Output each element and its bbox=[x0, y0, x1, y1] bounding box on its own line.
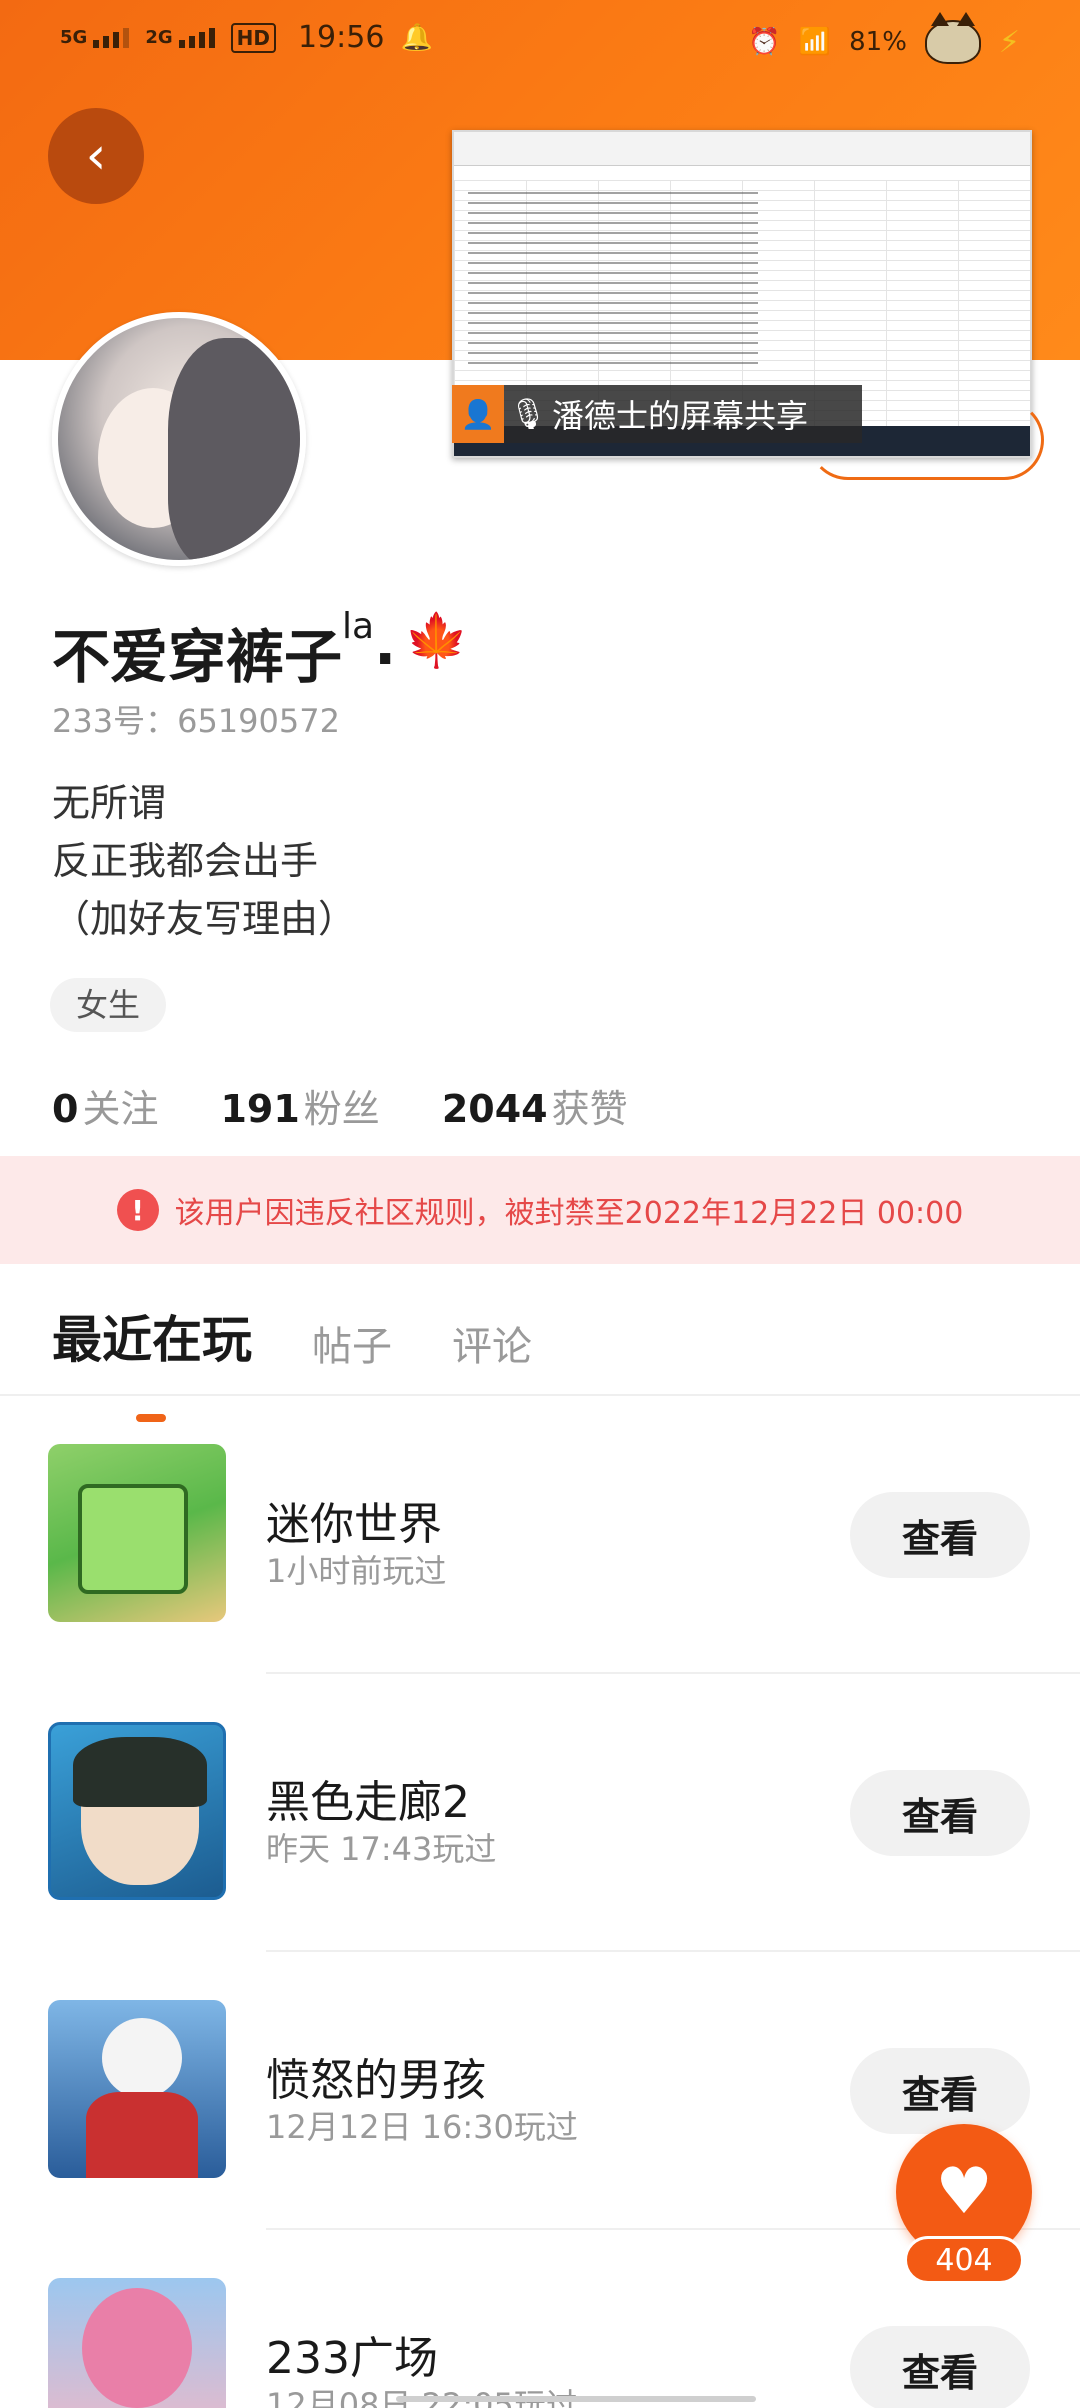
bio-line: （加好友写理由） bbox=[52, 897, 357, 941]
game-name: 迷你世界 bbox=[266, 1499, 442, 1550]
bolt-icon: ⚡ bbox=[998, 24, 1020, 60]
signal-2g-icon: 2G bbox=[145, 27, 215, 48]
game-name: 233广场 bbox=[266, 2333, 438, 2384]
gender-tag: 女生 bbox=[50, 978, 167, 1032]
bio: 无所谓 反正我都会出手 （加好友写理由） bbox=[52, 774, 356, 948]
spreadsheet-toolbar bbox=[454, 132, 1030, 166]
game-icon bbox=[48, 1444, 226, 1622]
signal-5g-icon: 5G bbox=[60, 27, 130, 48]
screen-share-label: 👤 🎙 潘德士的屏幕共享 bbox=[452, 385, 862, 443]
ban-notice-text: 该用户因违反社区规则，被封禁至2022年12月22日 00:00 bbox=[174, 1196, 964, 1231]
username: 不爱穿裤子 la . 🍁 bbox=[52, 606, 469, 691]
profile-tabs: 最近在玩 帖子 评论 bbox=[52, 1300, 532, 1422]
cat-battery-icon bbox=[924, 12, 981, 64]
back-button[interactable]: ‹ bbox=[48, 108, 144, 204]
clock: 19:56 bbox=[297, 20, 385, 55]
person-icon: 👤 bbox=[452, 385, 504, 443]
tab-recently-played[interactable]: 最近在玩 bbox=[52, 1300, 252, 1422]
ban-notice: ! 该用户因违反社区规则，被封禁至2022年12月22日 00:00 bbox=[0, 1156, 1080, 1264]
view-button[interactable]: 查看 bbox=[850, 2048, 1030, 2134]
tab-posts[interactable]: 帖子 bbox=[312, 1314, 392, 1372]
view-button[interactable]: 查看 bbox=[850, 1770, 1030, 1856]
qq-notification-icon: 🔔 bbox=[400, 22, 433, 53]
view-button[interactable]: 查看 bbox=[850, 1492, 1030, 1578]
game-name: 愤怒的男孩 bbox=[266, 2055, 486, 2106]
game-icon bbox=[48, 2278, 226, 2408]
warning-icon: ! bbox=[116, 1189, 159, 1231]
hd-icon: HD bbox=[230, 22, 276, 53]
tab-comments[interactable]: 评论 bbox=[452, 1314, 532, 1372]
view-button[interactable]: 查看 bbox=[850, 2326, 1030, 2408]
avatar[interactable] bbox=[52, 312, 306, 566]
stat-following[interactable]: 0 关注 bbox=[52, 1078, 158, 1133]
battery-level: 81% bbox=[849, 27, 907, 57]
game-played-time: 1小时前玩过 bbox=[266, 1552, 447, 1590]
spreadsheet-cells bbox=[468, 192, 758, 372]
game-icon bbox=[48, 1722, 226, 1900]
stat-likes[interactable]: 2044 获赞 bbox=[442, 1078, 628, 1133]
status-bar: 5G 2G HD 19:56 🔔 ⏰ 📶 81% ⚡ bbox=[0, 0, 1080, 80]
like-count: 404 bbox=[904, 2236, 1024, 2284]
chevron-left-icon: ‹ bbox=[85, 126, 107, 186]
list-item[interactable]: 迷你世界 1小时前玩过 查看 bbox=[0, 1396, 1080, 1674]
user-id: 233号：65190572 bbox=[52, 702, 340, 740]
maple-leaf-icon: 🍁 bbox=[404, 611, 469, 671]
stats-row: 0 关注 191 粉丝 2044 获赞 bbox=[52, 1078, 628, 1133]
game-played-time: 昨天 17:43玩过 bbox=[266, 1830, 497, 1868]
bio-line: 反正我都会出手 bbox=[52, 839, 319, 883]
alarm-icon: ⏰ bbox=[748, 27, 781, 57]
microphone-icon: 🎙 bbox=[508, 396, 548, 432]
game-played-time: 12月12日 16:30玩过 bbox=[266, 2108, 578, 2146]
game-icon bbox=[48, 2000, 226, 2178]
game-name: 黑色走廊2 bbox=[266, 1777, 470, 1828]
stat-fans[interactable]: 191 粉丝 bbox=[220, 1078, 379, 1133]
home-indicator[interactable] bbox=[396, 2396, 756, 2402]
bio-line: 无所谓 bbox=[52, 781, 167, 825]
game-played-time: 12月08日 22:05玩过 bbox=[266, 2386, 578, 2408]
heart-icon: ♥ bbox=[935, 2155, 993, 2229]
screen-share-title: 潘德士的屏幕共享 bbox=[552, 397, 809, 435]
wifi-icon: 📶 bbox=[798, 27, 832, 57]
list-item[interactable]: 黑色走廊2 昨天 17:43玩过 查看 bbox=[0, 1674, 1080, 1952]
